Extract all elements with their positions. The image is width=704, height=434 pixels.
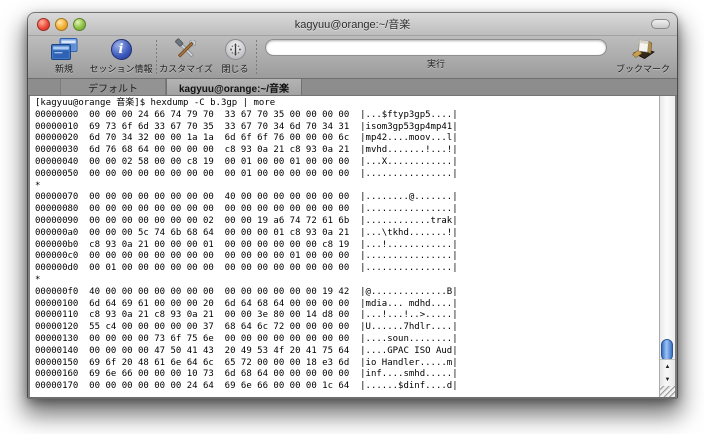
terminal-line: 000000f0 40 00 00 00 00 00 00 00 00 00 0… xyxy=(35,286,458,297)
tab-bar: デフォルト kagyuu@orange:~/音楽 xyxy=(28,79,677,96)
new-terminal-icon xyxy=(50,37,78,61)
toolbar: 新規 i セッション情報 カスタマイズ 閉じる 実行 ブックマーク xyxy=(28,36,677,79)
customize-label: カスタマイズ xyxy=(159,64,213,74)
terminal-line: 00000020 6d 70 34 32 00 00 1a 1a 6d 6f 6… xyxy=(35,133,458,144)
terminal-line: 00000030 6d 76 68 64 00 00 00 00 c8 93 0… xyxy=(35,145,458,156)
terminal-line: 000000a0 00 00 00 5c 74 6b 68 64 00 00 0… xyxy=(35,227,458,238)
terminal-line: 00000110 c8 93 0a 21 c8 93 0a 21 00 00 3… xyxy=(35,310,458,321)
terminal-window: kagyuu@orange:~/音楽 新規 i セッション情報 カスタマイズ 閉… xyxy=(28,13,677,399)
scroll-down-button[interactable]: ▼ xyxy=(660,373,675,386)
terminal-line: 00000120 55 c4 00 00 00 00 00 37 68 64 6… xyxy=(35,322,458,333)
tab-default[interactable]: デフォルト xyxy=(60,79,166,95)
terminal-line: 00000160 69 6e 66 00 00 00 10 73 6d 68 6… xyxy=(35,369,458,380)
info-icon: i xyxy=(110,37,132,61)
terminal-line: 00000090 00 00 00 00 00 00 00 02 00 00 1… xyxy=(35,215,458,226)
tab-session[interactable]: kagyuu@orange:~/音楽 xyxy=(166,79,302,95)
terminal-line: 000000d0 00 01 00 00 00 00 00 00 00 00 0… xyxy=(35,263,458,274)
terminal-line: 00000130 00 00 00 00 73 6f 75 6e 00 00 0… xyxy=(35,333,458,344)
session-info-button[interactable]: i セッション情報 xyxy=(86,37,156,75)
terminal-line: 00000170 00 00 00 00 00 00 24 64 69 6e 6… xyxy=(35,381,458,392)
scroll-up-button[interactable]: ▲ xyxy=(660,359,675,373)
customize-button[interactable]: カスタマイズ xyxy=(158,37,214,75)
bookmark-icon xyxy=(630,37,657,61)
vertical-scrollbar[interactable]: ▲ ▼ xyxy=(659,96,675,397)
bookmark-button[interactable]: ブックマーク xyxy=(615,37,671,75)
resize-grip[interactable] xyxy=(660,386,675,397)
close-session-button[interactable]: 閉じる xyxy=(214,37,256,75)
terminal-line: 00000040 00 00 02 58 00 00 c8 19 00 01 0… xyxy=(35,156,458,167)
toolbar-separator xyxy=(156,40,157,75)
desktop: kagyuu@orange:~/音楽 新規 i セッション情報 カスタマイズ 閉… xyxy=(0,0,704,434)
bookmark-label: ブックマーク xyxy=(615,64,670,74)
new-session-label: 新規 xyxy=(54,64,73,74)
terminal-line: 00000080 00 00 00 00 00 00 00 00 00 00 0… xyxy=(35,204,458,215)
command-field-label: 実行 xyxy=(426,59,445,69)
terminal-line: * xyxy=(35,180,41,191)
terminal-line: 00000070 00 00 00 00 00 00 00 00 40 00 0… xyxy=(35,192,458,203)
tools-icon xyxy=(174,37,198,61)
terminal-content: [kagyuu@orange 音楽]$ hexdump -C b.3gp | m… xyxy=(28,96,677,399)
window-title: kagyuu@orange:~/音楽 xyxy=(294,19,411,31)
terminal-line: 000000c0 00 00 00 00 00 00 00 00 00 00 0… xyxy=(35,251,458,262)
terminal-line: [kagyuu@orange 音楽]$ hexdump -C b.3gp | m… xyxy=(35,98,276,108)
terminal-line: 00000000 00 00 00 24 66 74 79 70 33 67 7… xyxy=(35,109,458,120)
new-session-button[interactable]: 新規 xyxy=(42,37,86,75)
tab-default-label: デフォルト xyxy=(88,83,138,95)
terminal-output[interactable]: [kagyuu@orange 音楽]$ hexdump -C b.3gp | m… xyxy=(30,96,659,397)
terminal-line: 00000140 00 00 00 00 47 50 41 43 20 49 5… xyxy=(35,345,458,356)
toolbar-toggle-button[interactable] xyxy=(651,19,670,29)
terminal-line: 00000100 6d 64 69 61 00 00 00 20 6d 64 6… xyxy=(35,298,458,309)
toolbar-separator xyxy=(256,40,257,75)
terminal-line: * xyxy=(35,274,41,285)
command-field-group: 実行 xyxy=(265,39,607,70)
terminal-line: 000000b0 c8 93 0a 21 00 00 00 01 00 00 0… xyxy=(35,239,458,250)
session-info-label: セッション情報 xyxy=(89,64,153,74)
terminal-line: 00000010 69 73 6f 6d 33 67 70 35 33 67 7… xyxy=(35,121,458,132)
close-session-label: 閉じる xyxy=(221,64,249,74)
scrollbar-thumb[interactable] xyxy=(661,339,673,361)
tab-session-label: kagyuu@orange:~/音楽 xyxy=(178,83,290,95)
terminal-line: 00000150 69 6f 20 48 61 6e 64 6c 65 72 0… xyxy=(35,357,458,368)
command-input[interactable] xyxy=(265,39,607,56)
close-session-icon xyxy=(224,37,246,61)
terminal-line: 00000050 00 00 00 00 00 00 00 00 00 01 0… xyxy=(35,168,458,179)
titlebar[interactable]: kagyuu@orange:~/音楽 xyxy=(28,13,677,36)
